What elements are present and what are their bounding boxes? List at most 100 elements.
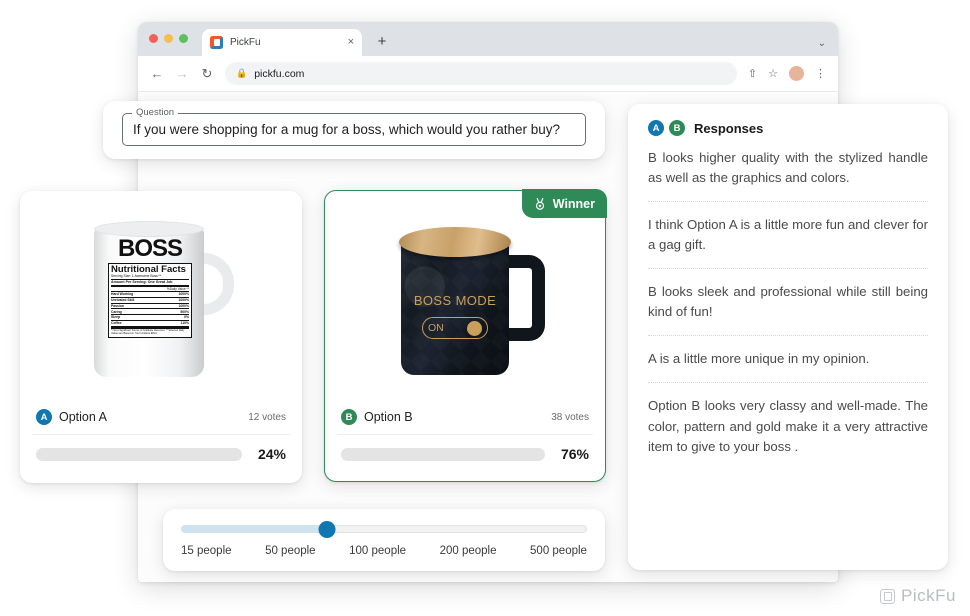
geometric-pattern — [401, 241, 509, 375]
response-item: B looks sleek and professional while sti… — [648, 284, 928, 320]
toggle-knob — [467, 320, 482, 336]
question-card: Question If you were shopping for a mug … — [103, 101, 605, 159]
nutrition-row-value: 1000% — [178, 303, 189, 308]
pickfu-logo-icon — [880, 588, 896, 604]
response-divider — [648, 268, 928, 270]
black-boss-mode-mug-graphic: BOSS MODE ON — [379, 215, 551, 387]
response-item: Option B looks very classy and well-made… — [648, 398, 928, 454]
option-b-badge: B — [341, 409, 357, 425]
option-b-result-row: 76% — [337, 446, 593, 462]
option-b-meta-row: B Option B 38 votes — [337, 409, 593, 435]
option-b-label: Option B — [364, 410, 413, 424]
profile-avatar[interactable] — [789, 66, 804, 81]
close-tab-icon[interactable]: × — [348, 37, 354, 48]
option-a-label: Option A — [59, 410, 107, 424]
boss-headline: BOSS — [117, 234, 183, 262]
slider-tick[interactable]: 15 people — [181, 545, 232, 557]
nutrition-row-name: Passion — [111, 303, 125, 308]
nutrition-row-value: 0% — [184, 315, 189, 320]
nutrition-row-value: 110% — [180, 321, 189, 326]
forward-arrow-icon[interactable]: → — [175, 66, 189, 81]
option-a-progress-track — [36, 447, 242, 461]
option-a-votes: 12 votes — [248, 411, 286, 423]
option-a-card[interactable]: BOSS Nutritional Facts Serving Size: 1 A… — [20, 191, 302, 483]
new-tab-icon[interactable]: + — [374, 34, 390, 50]
slider-thumb[interactable] — [318, 521, 336, 538]
tab-list-chevron-down-icon[interactable]: ⌄ — [818, 38, 826, 49]
nutrition-row-value: 1000% — [178, 292, 189, 297]
wooden-lid — [399, 227, 511, 257]
response-divider — [648, 382, 928, 384]
browser-menu-icon[interactable]: ⋮ — [815, 67, 826, 80]
response-item: A is a little more unique in my opinion. — [648, 351, 870, 367]
option-b-progress-track — [341, 447, 545, 461]
share-icon[interactable]: ⇧ — [748, 67, 757, 80]
boss-mode-text: BOSS MODE — [413, 293, 497, 308]
browser-tab-pickfu[interactable]: PickFu × — [202, 29, 362, 56]
on-toggle-graphic: ON — [422, 317, 488, 339]
audience-slider[interactable] — [181, 521, 587, 538]
slider-tick-labels: 15 people 50 people 100 people 200 peopl… — [181, 545, 587, 557]
watermark-text: PickFu — [901, 586, 956, 605]
option-a-image: BOSS Nutritional Facts Serving Size: 1 A… — [32, 203, 290, 399]
nutrition-row-value: 500% — [180, 309, 189, 314]
responses-badge-a: A — [648, 120, 664, 136]
nutrition-row-name: Unrivaled Skill — [111, 298, 135, 303]
slider-fill — [181, 525, 328, 533]
option-a-percent: 24% — [257, 446, 286, 462]
reload-icon[interactable]: ↻ — [200, 66, 214, 82]
nutrition-row-name: Caring — [111, 309, 122, 314]
nutrition-footnote: * Not a Significant Source of Gratitude … — [111, 326, 189, 336]
nutrition-title: Nutritional Facts — [111, 263, 186, 275]
option-a-meta-row: A Option A 12 votes — [32, 409, 290, 435]
white-boss-mug-graphic: BOSS Nutritional Facts Serving Size: 1 A… — [86, 219, 236, 384]
nutrition-row-name: Coffee — [111, 321, 122, 326]
medal-icon — [535, 197, 544, 210]
question-field-legend: Question — [132, 107, 179, 118]
amount-per-serving: Amount Per Serving: One Great Job — [111, 280, 189, 287]
nutrition-label: BOSS Nutritional Facts Serving Size: 1 A… — [108, 234, 192, 359]
slider-tick[interactable]: 500 people — [530, 545, 587, 557]
bookmark-star-icon[interactable]: ☆ — [768, 67, 778, 80]
nutrition-row-name: Hard Working — [111, 292, 134, 297]
response-item: I think Option A is a little more fun an… — [648, 217, 928, 253]
question-text: If you were shopping for a mug for a bos… — [133, 122, 560, 137]
slider-tick[interactable]: 200 people — [440, 545, 497, 557]
tab-title: PickFu — [230, 37, 261, 48]
responses-header: A B Responses — [648, 120, 928, 136]
nutrition-row-value: 1000% — [178, 298, 189, 303]
option-b-votes: 38 votes — [551, 411, 589, 423]
responses-card: A B Responses B looks higher quality wit… — [628, 104, 948, 570]
slider-tick[interactable]: 100 people — [349, 545, 406, 557]
winner-label: Winner — [552, 196, 595, 211]
responses-badge-b: B — [669, 120, 685, 136]
slider-tick[interactable]: 50 people — [265, 545, 316, 557]
screenshot-root: PickFu × + ⌄ ← → ↻ 🔒 pickfu.com ⇧ ☆ ⋮ Qu… — [0, 0, 970, 616]
option-b-image: BOSS MODE ON — [337, 203, 593, 399]
question-input[interactable]: Question If you were shopping for a mug … — [122, 107, 586, 146]
response-divider — [648, 335, 928, 337]
close-window-button[interactable] — [149, 34, 158, 43]
response-item: B looks higher quality with the stylized… — [648, 150, 928, 186]
pickfu-watermark: PickFu — [880, 586, 956, 606]
window-controls[interactable] — [149, 34, 188, 43]
back-arrow-icon[interactable]: ← — [150, 66, 164, 81]
nutrition-row-name: Sleep — [111, 315, 121, 320]
address-bar[interactable]: 🔒 pickfu.com — [225, 62, 737, 85]
pickfu-favicon-icon — [210, 36, 223, 49]
winner-badge: Winner — [521, 189, 607, 218]
option-b-percent: 76% — [560, 446, 589, 462]
address-bar-url: pickfu.com — [254, 67, 305, 80]
minimize-window-button[interactable] — [164, 34, 173, 43]
option-a-badge: A — [36, 409, 52, 425]
lock-icon: 🔒 — [236, 68, 248, 78]
mug-body: BOSS MODE ON — [401, 241, 509, 375]
browser-tab-strip: PickFu × + ⌄ — [138, 22, 838, 56]
maximize-window-button[interactable] — [179, 34, 188, 43]
response-divider — [648, 201, 928, 203]
responses-title: Responses — [694, 120, 764, 136]
option-a-result-row: 24% — [32, 446, 290, 462]
toggle-text: ON — [428, 322, 444, 334]
option-b-card[interactable]: Winner BOSS MODE ON B Option B 38 votes — [324, 189, 607, 482]
browser-toolbar: ← → ↻ 🔒 pickfu.com ⇧ ☆ ⋮ — [138, 56, 838, 92]
